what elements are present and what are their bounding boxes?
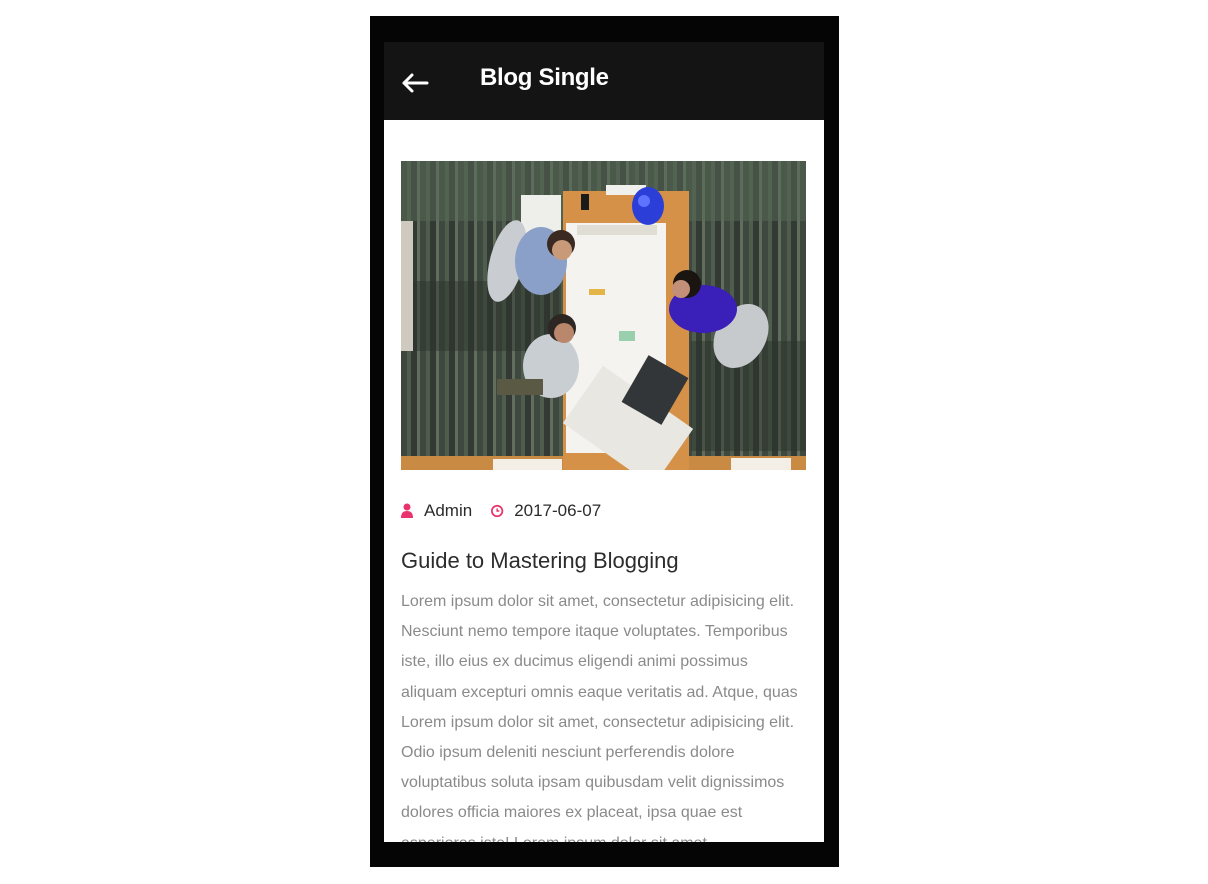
arrow-left-icon xyxy=(402,73,429,93)
page-title: Blog Single xyxy=(480,64,609,91)
post-date: 2017-06-07 xyxy=(514,501,602,520)
app-bar: Blog Single xyxy=(384,42,824,120)
clock-icon xyxy=(491,503,505,519)
app-screen: Blog Single Admin 2017-06-07 Guide to Ma… xyxy=(384,42,824,842)
office-meeting-illustration xyxy=(401,161,806,470)
post-title: Guide to Mastering Blogging xyxy=(401,548,679,573)
post-body: Lorem ipsum dolor sit amet, consectetur … xyxy=(401,593,798,842)
back-button[interactable] xyxy=(400,67,432,95)
user-icon xyxy=(401,503,415,519)
post-image xyxy=(401,161,806,470)
phone-frame: Blog Single Admin 2017-06-07 Guide to Ma… xyxy=(370,16,839,867)
post-content: Admin 2017-06-07 Guide to Mastering Blog… xyxy=(384,120,824,842)
post-author[interactable]: Admin xyxy=(424,501,472,521)
post-meta: Admin 2017-06-07 xyxy=(401,500,807,522)
